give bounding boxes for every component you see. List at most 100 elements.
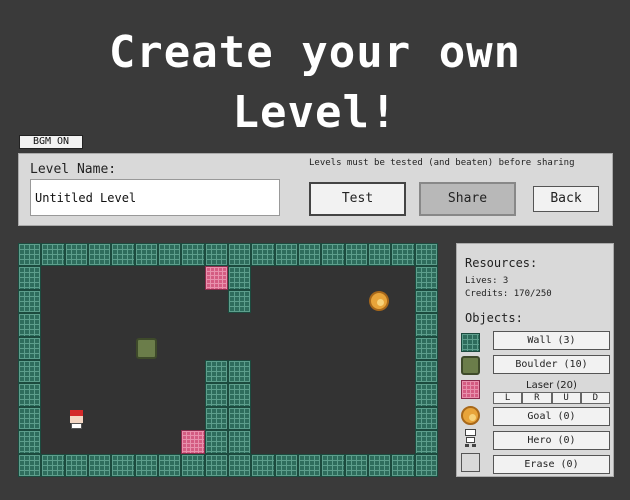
wall-tile[interactable] (414, 289, 438, 314)
wall-tile[interactable] (344, 453, 368, 477)
wall-tile[interactable] (18, 336, 42, 360)
wall-tile[interactable] (158, 243, 182, 267)
wall-tile[interactable] (414, 336, 438, 360)
wall-tile[interactable] (344, 243, 368, 267)
wall-tile[interactable] (321, 453, 345, 477)
erase-button[interactable]: Erase (0) (493, 455, 610, 474)
wall-tile[interactable] (228, 360, 252, 384)
wall-tile[interactable] (204, 453, 228, 477)
wall-tile[interactable] (204, 406, 228, 431)
wall-icon (461, 333, 480, 352)
back-button[interactable]: Back (533, 186, 599, 212)
wall-tile[interactable] (251, 243, 275, 267)
wall-tile[interactable] (368, 243, 392, 267)
wall-tile[interactable] (204, 243, 228, 267)
wall-tile[interactable] (158, 453, 182, 477)
wall-tile[interactable] (41, 243, 65, 267)
page-title-line-1: Create your own (108, 27, 522, 78)
wall-tile[interactable] (368, 453, 392, 477)
wall-tile[interactable] (18, 430, 42, 454)
wall-tile[interactable] (228, 453, 252, 477)
wall-tile[interactable] (414, 453, 438, 477)
wall-tile[interactable] (18, 360, 42, 384)
wall-tile[interactable] (414, 313, 438, 337)
laser-right-button[interactable]: R (522, 392, 552, 404)
wall-tile[interactable] (298, 243, 322, 267)
wall-tile[interactable] (181, 453, 205, 477)
laser-icon (461, 380, 480, 399)
laser-direction-group: L R U D (493, 392, 610, 404)
hero-button[interactable]: Hero (0) (493, 431, 610, 450)
bgm-toggle-button[interactable]: BGM ON (19, 135, 83, 149)
wall-tile[interactable] (391, 243, 415, 267)
wall-tile[interactable] (111, 243, 135, 267)
wall-tile[interactable] (204, 430, 228, 454)
boulder-icon (461, 356, 480, 375)
wall-tile[interactable] (18, 266, 42, 290)
wall-tile[interactable] (414, 406, 438, 431)
goal-button[interactable]: Goal (0) (493, 407, 610, 426)
wall-tile[interactable] (181, 243, 205, 267)
wall-tile[interactable] (391, 453, 415, 477)
wall-tile[interactable] (414, 360, 438, 384)
wall-tile[interactable] (18, 313, 42, 337)
test-button[interactable]: Test (309, 182, 406, 216)
resources-panel: Resources: Lives: 3 Credits: 170/250 Obj… (456, 243, 614, 477)
wall-tile[interactable] (228, 430, 252, 454)
wall-tile[interactable] (414, 430, 438, 454)
credits-count: Credits: 170/250 (465, 289, 552, 299)
goal-coin-tile[interactable] (369, 290, 390, 312)
wall-tile[interactable] (18, 406, 42, 431)
wall-tile[interactable] (414, 266, 438, 290)
wall-tile[interactable] (134, 243, 158, 267)
wall-tile[interactable] (228, 406, 252, 431)
wall-tile[interactable] (64, 453, 88, 477)
wall-tile[interactable] (18, 453, 42, 477)
boulder-button[interactable]: Boulder (10) (493, 355, 610, 374)
wall-tile[interactable] (204, 360, 228, 384)
wall-tile[interactable] (111, 453, 135, 477)
wall-tile[interactable] (298, 453, 322, 477)
level-name-label: Level Name: (30, 162, 117, 177)
goal-icon (461, 406, 480, 425)
wall-tile[interactable] (228, 289, 252, 314)
wall-tile[interactable] (228, 383, 252, 407)
wall-button[interactable]: Wall (3) (493, 331, 610, 350)
wall-tile[interactable] (18, 383, 42, 407)
wall-tile[interactable] (18, 289, 42, 314)
wall-tile[interactable] (41, 453, 65, 477)
wall-tile[interactable] (414, 243, 438, 267)
resources-title: Resources: (465, 256, 538, 270)
laser-tile[interactable] (181, 430, 205, 454)
wall-tile[interactable] (274, 243, 298, 267)
laser-up-button[interactable]: U (551, 392, 581, 404)
laser-down-button[interactable]: D (580, 392, 610, 404)
wall-tile[interactable] (88, 453, 112, 477)
wall-tile[interactable] (18, 243, 42, 267)
wall-tile[interactable] (321, 243, 345, 267)
wall-tile[interactable] (204, 383, 228, 407)
wall-tile[interactable] (88, 243, 112, 267)
level-name-input[interactable] (30, 179, 280, 216)
lives-count: Lives: 3 (465, 276, 509, 286)
boulder-tile[interactable] (135, 337, 157, 359)
level-editor-grid[interactable] (18, 243, 438, 477)
wall-tile[interactable] (134, 453, 158, 477)
wall-tile[interactable] (64, 243, 88, 267)
laser-left-button[interactable]: L (493, 392, 523, 404)
share-button[interactable]: Share (419, 182, 516, 216)
laser-label: Laser (20) (526, 380, 577, 391)
wall-tile[interactable] (228, 266, 252, 290)
wall-tile[interactable] (251, 453, 275, 477)
objects-title: Objects: (465, 311, 523, 325)
laser-tile[interactable] (204, 266, 228, 290)
page-title-line-2: Level! (232, 87, 398, 138)
hero-tile[interactable] (65, 407, 88, 430)
wall-tile[interactable] (414, 383, 438, 407)
wall-tile[interactable] (274, 453, 298, 477)
level-settings-panel: Level Name: Levels must be tested (and b… (18, 153, 613, 226)
hero-icon (461, 429, 480, 448)
erase-icon (461, 453, 480, 472)
share-requirement-note: Levels must be tested (and beaten) befor… (309, 158, 575, 168)
wall-tile[interactable] (228, 243, 252, 267)
